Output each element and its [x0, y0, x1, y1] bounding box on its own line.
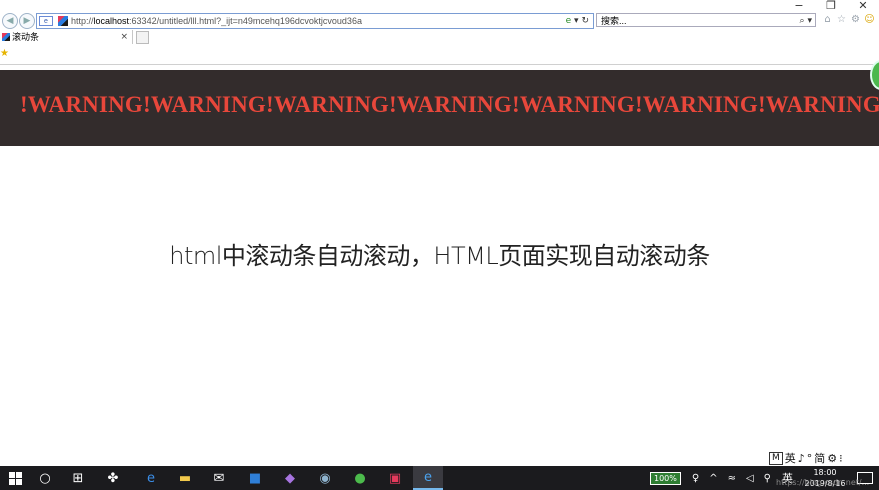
ime-more-icon[interactable]: ⁝ [839, 452, 843, 465]
search-icon[interactable]: ⌕ [800, 16, 805, 26]
dropdown-arrow-icon[interactable]: ▾ [574, 16, 579, 26]
page-icon: e [39, 16, 53, 26]
file-explorer-icon[interactable]: ▬ [170, 466, 200, 490]
favorites-star-icon[interactable]: ☆ [836, 14, 847, 25]
warning-marquee-text: !WARNING!WARNING!WARNING!WARNING!WARNING… [20, 92, 879, 117]
address-bar[interactable]: e http://localhost:63342/untitled/lll.htm… [36, 13, 594, 29]
refresh-icon[interactable]: ↻ [581, 16, 589, 26]
feedback-smiley-icon[interactable]: ☺ [864, 14, 875, 25]
task-view-icon[interactable]: ⊞ [63, 466, 93, 490]
search-placeholder: 搜索... [601, 16, 627, 26]
back-button[interactable]: ◀ [2, 13, 18, 29]
search-dropdown-icon[interactable]: ▾ [807, 16, 812, 26]
restore-button[interactable]: ❐ [815, 0, 847, 12]
ime-punct-icon[interactable]: ° [807, 452, 813, 465]
page-headline: html中滚动条自动滚动，HTML页面实现自动滚动条 [169, 242, 710, 270]
close-window-button[interactable]: ✕ [847, 0, 879, 12]
browser-icons: ⌂ ☆ ⚙ ☺ [822, 14, 875, 25]
tab-row: 滚动条 × [0, 30, 879, 44]
tab-label: 滚动条 [12, 32, 40, 42]
mail-icon[interactable]: ✉ [204, 466, 234, 490]
store-app-icon[interactable]: ■ [240, 466, 270, 490]
watermark-text: https://blog.csdn.net/... [776, 478, 870, 487]
ime-language[interactable]: 英 [785, 450, 796, 466]
home-icon[interactable]: ⌂ [822, 14, 833, 25]
ie-browser-icon[interactable]: e [413, 466, 443, 490]
favorites-bar-star-icon[interactable]: ★ [0, 48, 9, 59]
people-icon[interactable]: ♀ [692, 473, 699, 484]
ide-app-icon[interactable]: ▣ [380, 466, 410, 490]
search-input[interactable]: 搜索... ⌕ ▾ [596, 13, 816, 27]
edge-browser-icon[interactable]: e [136, 466, 166, 490]
ime-simplified[interactable]: 简 [814, 450, 825, 466]
pinwheel-app-icon[interactable]: ✤ [98, 466, 128, 490]
forward-button[interactable]: ▶ [19, 13, 35, 29]
ime-settings-icon[interactable]: ⚙ [827, 452, 837, 465]
visual-studio-icon[interactable]: ◆ [275, 466, 305, 490]
compat-view-icon[interactable]: e [566, 16, 572, 26]
site-favicon [58, 16, 68, 26]
ime-toolbar: M 英 ♪ ° 简 ⚙ ⁝ [769, 450, 843, 466]
network-icon[interactable]: ⚲ [764, 473, 771, 484]
show-hidden-icons[interactable]: ^ [709, 473, 717, 484]
clock-time: 18:00 [813, 468, 837, 477]
minimize-button[interactable]: − [783, 0, 815, 12]
wifi-icon[interactable]: ≈ [728, 473, 736, 484]
address-row: ◀ ▶ e http://localhost:63342/untitled/lll… [0, 12, 879, 30]
tab-favicon [2, 33, 10, 41]
windows-logo-icon [8, 471, 22, 485]
address-url[interactable]: http://localhost:63342/untitled/lll.html… [71, 16, 362, 26]
ime-mode-icon[interactable]: M [769, 451, 783, 465]
tab-close-icon[interactable]: × [120, 30, 128, 44]
settings-gear-icon[interactable]: ⚙ [850, 14, 861, 25]
green-app-icon[interactable]: ● [345, 466, 375, 490]
window-controls: − ❐ ✕ [783, 0, 879, 12]
volume-icon[interactable]: ◁ [746, 473, 754, 484]
start-button[interactable] [0, 466, 30, 490]
taskbar: ○ ⊞ ✤ e ▬ ✉ ■ ◆ ◉ ● ▣ e 100% ♀ ^ ≈ ◁ ⚲ 英… [0, 466, 879, 490]
globe-app-icon[interactable]: ◉ [310, 466, 340, 490]
favorites-bar: ★ [0, 44, 879, 65]
new-tab-button[interactable] [136, 31, 149, 44]
tab-active[interactable]: 滚动条 × [0, 30, 133, 44]
warning-marquee: !WARNING!WARNING!WARNING!WARNING!WARNING… [0, 70, 879, 146]
ime-moon-icon[interactable]: ♪ [798, 452, 805, 465]
search-taskbar-icon[interactable]: ○ [30, 466, 60, 490]
battery-indicator[interactable]: 100% [649, 471, 681, 485]
address-tools: e ▾ ↻ [566, 14, 589, 28]
